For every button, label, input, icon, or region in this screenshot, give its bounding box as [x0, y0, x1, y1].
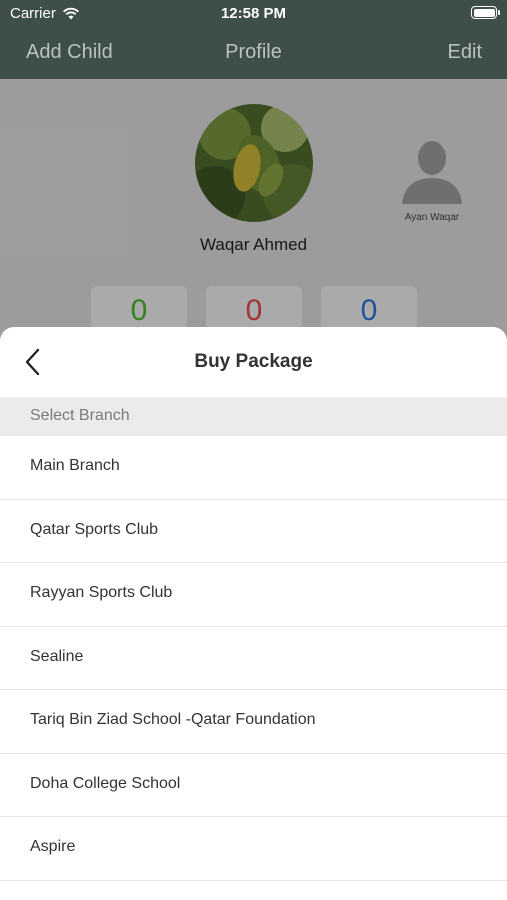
buy-package-sheet: Buy Package Select Branch Main Branch Qa…: [0, 327, 507, 900]
battery-icon: [471, 6, 500, 19]
branch-item-qatar-sports-club[interactable]: Qatar Sports Club: [0, 500, 507, 563]
branch-item-doha-college-school[interactable]: Doha College School: [0, 754, 507, 817]
edit-button[interactable]: Edit: [448, 41, 482, 64]
page-title: Profile: [225, 41, 282, 63]
branch-list: Main Branch Qatar Sports Club Rayyan Spo…: [0, 436, 507, 881]
branch-item-sealine[interactable]: Sealine: [0, 627, 507, 690]
branch-item-aspire[interactable]: Aspire: [0, 817, 507, 881]
sheet-header: Buy Package: [0, 327, 507, 397]
sheet-title: Buy Package: [194, 351, 313, 372]
section-header: Select Branch: [0, 397, 507, 436]
branch-item-tariq-bin-ziad-school[interactable]: Tariq Bin Ziad School -Qatar Foundation: [0, 690, 507, 754]
branch-item-rayyan-sports-club[interactable]: Rayyan Sports Club: [0, 563, 507, 627]
status-bar: Carrier 12:58 PM: [0, 0, 507, 28]
branch-item-main-branch[interactable]: Main Branch: [0, 436, 507, 500]
clock: 12:58 PM: [220, 5, 287, 22]
nav-bar: Add Child Profile Edit: [0, 28, 507, 79]
